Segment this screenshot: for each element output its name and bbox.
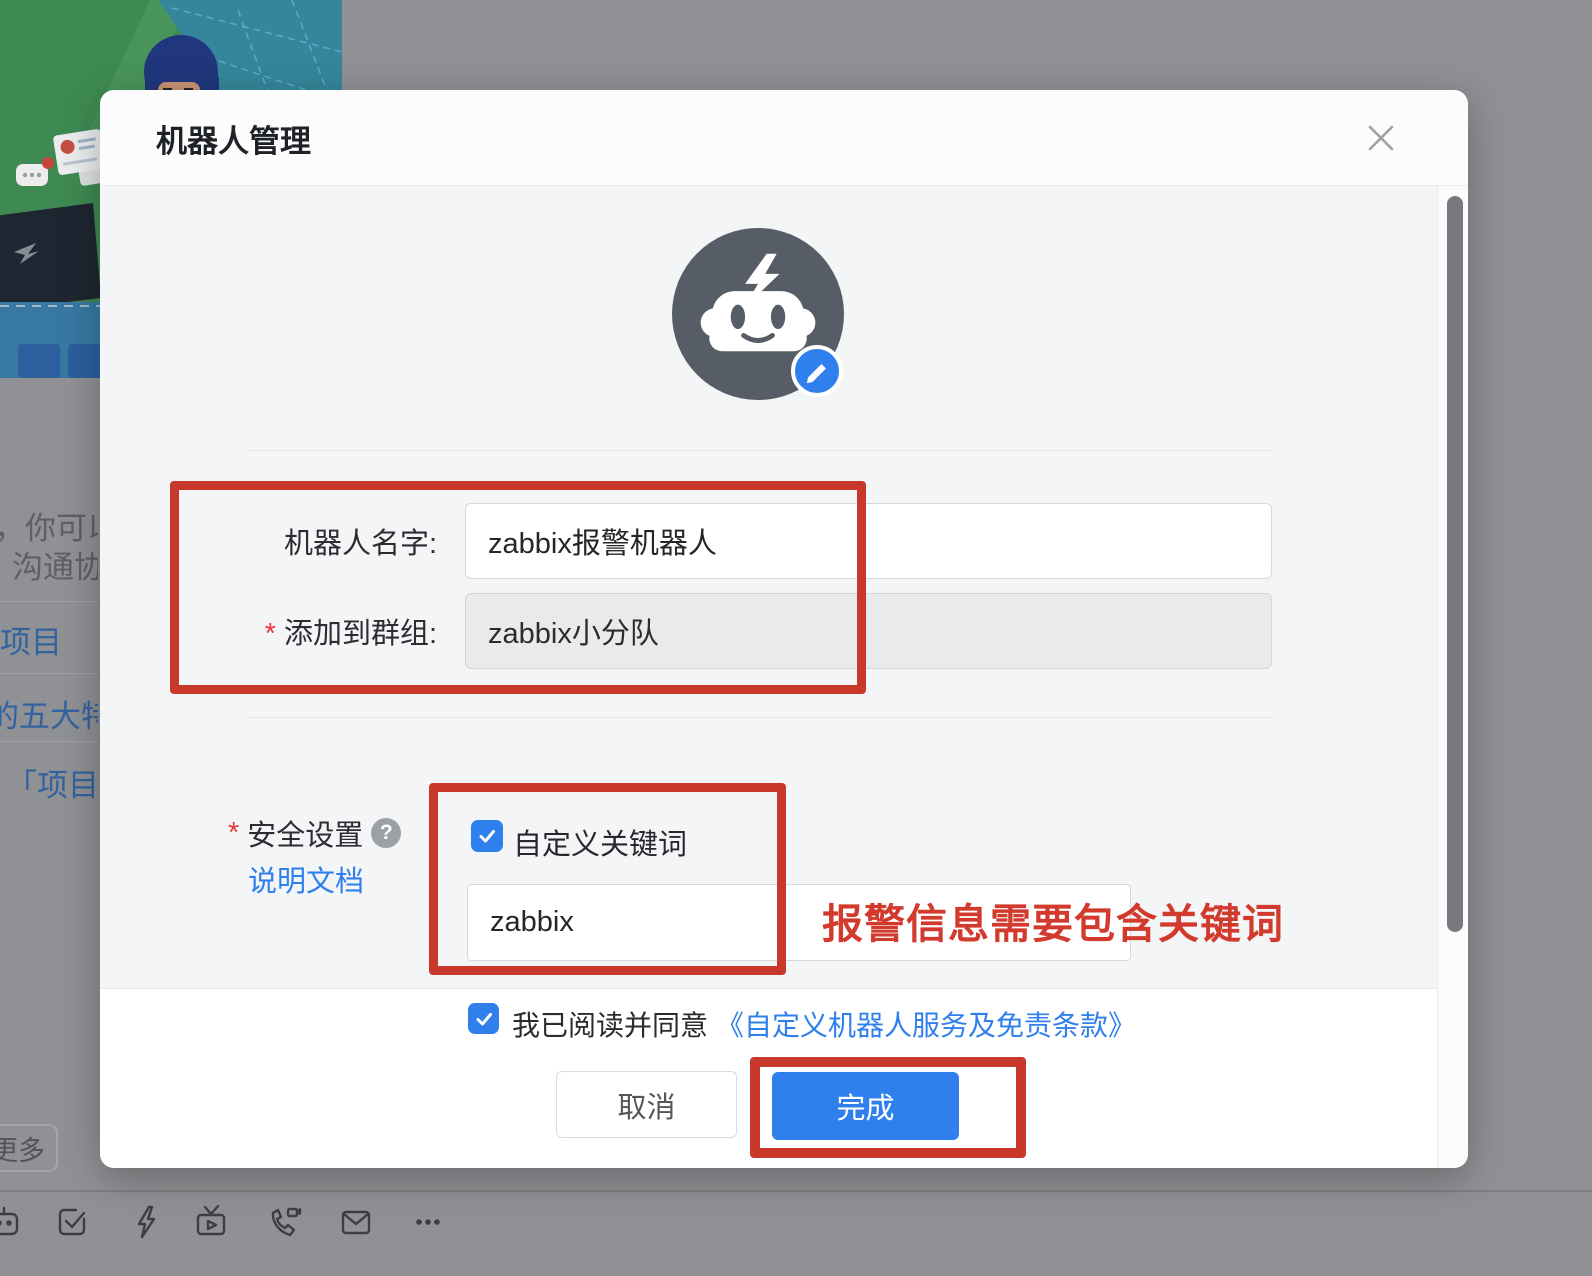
agreement-checkbox[interactable] [468,1003,499,1034]
agreement-text: 我已阅读并同意 [512,1004,708,1044]
robot-name-input[interactable] [465,503,1272,579]
scrollbar-thumb[interactable] [1447,196,1463,932]
lightning-icon[interactable] [126,1202,166,1242]
robot-icon[interactable] [0,1202,24,1242]
required-asterisk: * [228,817,239,850]
group-input [465,593,1272,669]
background-link[interactable]: 「项目群 [6,760,98,805]
video-icon[interactable] [191,1202,231,1242]
keyword-checkbox[interactable] [471,820,503,852]
background-divider [0,741,98,742]
dialog-title: 机器人管理 [156,90,311,186]
security-label: 安全设置 [247,812,363,854]
mail-icon[interactable] [336,1202,376,1242]
cancel-button[interactable]: 取消 [556,1071,737,1138]
done-button[interactable]: 完成 [772,1072,959,1140]
robot-name-label: 机器人名字: [180,520,437,562]
background-divider [0,673,98,674]
agreement-terms-link[interactable]: 《自定义机器人服务及免责条款》 [716,1004,1136,1044]
group-label-row: *添加到群组: [180,610,437,652]
page-divider [0,1190,1592,1192]
required-asterisk: * [265,618,276,650]
video-call-icon[interactable] [263,1202,303,1242]
background-link[interactable]: 的五大特 [0,691,98,736]
background-text-line: 沟通协 [12,542,98,587]
section-divider [248,717,1272,718]
todo-icon[interactable] [52,1202,92,1242]
dialog-header: 机器人管理 [100,90,1468,186]
background-text-column: ，你可以 沟通协 项目 的五大特 「项目群 [0,495,98,815]
edit-avatar-button[interactable] [791,345,843,397]
background-link[interactable]: 项目 [0,617,62,662]
doc-link[interactable]: 说明文档 [248,858,364,900]
background-divider [0,601,98,602]
agreement-row: 我已阅读并同意 《自定义机器人服务及免责条款》 [512,1004,1136,1044]
robot-management-dialog: 机器人管理 机器人名字: *添加到群组: [100,90,1468,1168]
group-label: 添加到群组: [284,618,437,650]
close-icon[interactable] [1363,120,1399,156]
keyword-annotation-text: 报警信息需要包含关键词 [822,890,1284,950]
keyword-checkbox-label: 自定义关键词 [513,821,687,863]
security-label-row: * 安全设置 ? [228,812,401,854]
section-divider [248,450,1272,451]
more-icon[interactable] [408,1202,448,1242]
help-icon[interactable]: ? [371,818,401,848]
more-button[interactable]: 更多 [0,1124,58,1172]
